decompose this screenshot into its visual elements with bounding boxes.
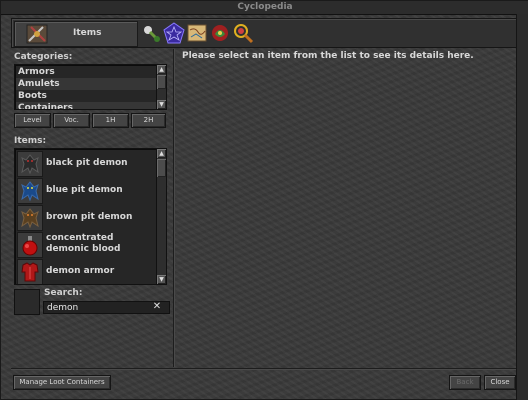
category-item[interactable]: Containers [16,102,156,109]
item-name: brown pit demon [46,211,133,222]
list-item[interactable]: blue pit demon [16,177,154,204]
black-pit-demon-icon [17,151,43,177]
tab-map[interactable] [186,22,208,44]
item-name: demon armor [46,265,115,276]
charms-icon [163,22,185,44]
tab-houses[interactable] [209,22,231,44]
tab-bar: Items [11,18,519,48]
cyclopedia-window: Cyclopedia Items Categories: Armors Amul… [0,0,528,400]
houses-icon [212,25,228,41]
tab-character[interactable] [232,22,254,44]
list-item[interactable]: concentrated demonic blood [16,231,154,258]
footer-divider [11,368,517,369]
categories-heading: Categories: [14,52,73,62]
demon-armor-icon [17,259,43,284]
clear-search-icon[interactable]: ✕ [151,301,163,313]
manage-loot-containers-button[interactable]: Manage Loot Containers [13,375,111,390]
character-icon [234,24,254,44]
brown-pit-demon-icon [17,205,43,231]
close-button[interactable]: Close [484,375,516,390]
tab-bestiary[interactable] [140,22,162,44]
vocation-filter-button[interactable]: Voc. [53,113,90,128]
scroll-down-icon[interactable]: ▼ [157,100,166,109]
items-list[interactable]: black pit demon blue pit demon brown pit… [14,148,167,285]
back-button[interactable]: Back [449,375,481,390]
map-icon [187,24,207,42]
two-hand-filter-button[interactable]: 2H [131,113,166,128]
tab-items[interactable]: Items [14,21,138,47]
item-name: concentrated demonic blood [46,233,121,254]
item-name: black pit demon [46,157,128,168]
list-item[interactable]: black pit demon [16,150,154,177]
items-heading: Items: [14,136,47,146]
tab-charms[interactable] [163,22,185,44]
window-title: Cyclopedia [1,1,528,15]
items-icon [25,23,49,45]
categories-list[interactable]: Armors Amulets Boots Containers ▲ ▼ [14,64,167,110]
scroll-up-icon[interactable]: ▲ [157,65,166,74]
items-scrollbar[interactable]: ▲ ▼ [156,149,166,284]
one-hand-filter-button[interactable]: 1H [92,113,129,128]
blue-pit-demon-icon [17,178,43,204]
scroll-thumb[interactable] [157,75,166,89]
scroll-down-icon[interactable]: ▼ [157,275,166,284]
search-label: Search: [44,288,83,298]
item-name: blue pit demon [46,184,123,195]
details-placeholder: Please select an item from the list to s… [182,51,474,61]
scroll-up-icon[interactable]: ▲ [157,149,166,158]
category-item[interactable]: Boots [16,90,156,102]
window-edge [516,14,528,400]
tab-items-label: Items [73,28,102,38]
category-item[interactable]: Amulets [16,78,156,90]
list-item[interactable]: brown pit demon [16,204,154,231]
bestiary-icon [144,26,160,42]
panel-divider [173,49,174,367]
demonic-blood-icon [17,232,43,258]
categories-scrollbar[interactable]: ▲ ▼ [156,65,166,109]
list-item[interactable]: demon armor [16,258,154,284]
category-item[interactable]: Armors [16,66,156,78]
scroll-thumb[interactable] [157,159,166,177]
level-filter-button[interactable]: Level [14,113,51,128]
search-preview-slot [14,289,40,315]
